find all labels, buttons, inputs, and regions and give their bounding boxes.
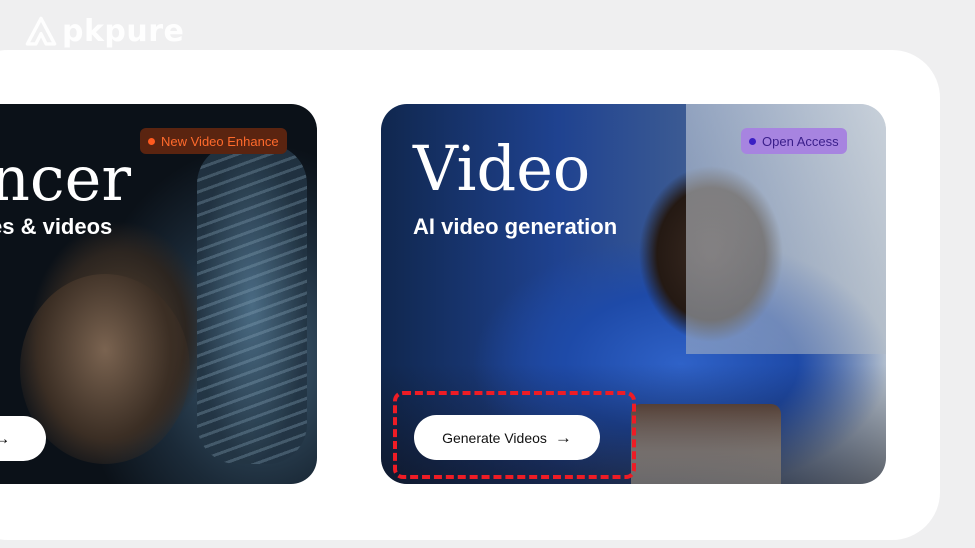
armor-image bbox=[197, 144, 307, 464]
badge-label: Open Access bbox=[762, 133, 839, 149]
watermark-text: pkpure bbox=[62, 14, 185, 49]
badge-dot-icon bbox=[148, 137, 155, 145]
card-subtitle: AI video generation bbox=[413, 214, 618, 239]
apkpure-watermark: pkpure bbox=[24, 14, 184, 49]
page: pkpure ncer es & videos New Video Enhanc… bbox=[0, 0, 975, 548]
card-subtitle: es & videos bbox=[0, 214, 113, 239]
annotation-highlight-box bbox=[393, 391, 636, 479]
card-title: Video bbox=[413, 132, 591, 205]
badge-label: New Video Enhance bbox=[161, 133, 279, 149]
badge-dot-icon bbox=[749, 137, 756, 145]
apkpure-logo-icon bbox=[25, 16, 57, 46]
enhancer-card[interactable]: ncer es & videos New Video Enhance → bbox=[0, 104, 317, 484]
card-title: ncer bbox=[0, 142, 131, 215]
arrow-right-icon: → bbox=[0, 429, 11, 448]
enhancer-cta-button[interactable]: → bbox=[0, 416, 46, 461]
new-video-enhance-badge: New Video Enhance bbox=[140, 128, 287, 154]
open-access-badge: Open Access bbox=[741, 128, 847, 154]
